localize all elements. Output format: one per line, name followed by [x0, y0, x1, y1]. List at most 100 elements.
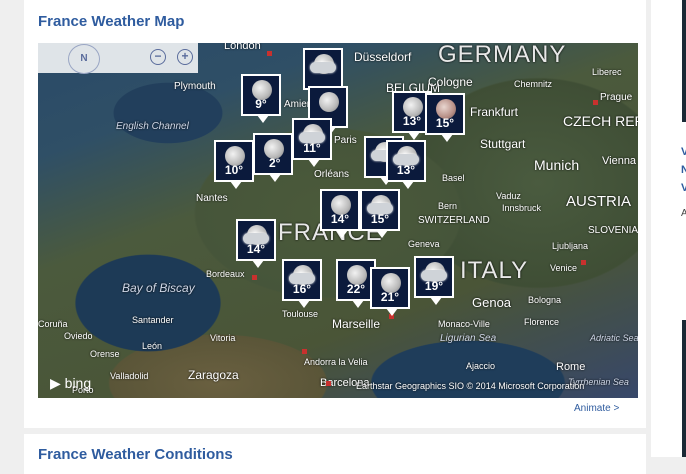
city-label: Orense: [90, 349, 120, 359]
city-label: London: [224, 43, 261, 52]
weather-marker[interactable]: 2°: [253, 133, 293, 182]
city-label: Düsseldorf: [354, 50, 412, 64]
city-label: Florence: [524, 317, 560, 327]
temperature-label: 15°: [370, 212, 390, 226]
weather-marker[interactable]: 14°: [236, 219, 276, 268]
temperature-label: 22°: [346, 282, 366, 296]
city-label: Plymouth: [174, 81, 216, 92]
city-label: Geneva: [408, 239, 440, 249]
weather-marker[interactable]: 14°: [320, 189, 360, 238]
city-label: Monaco-Ville: [438, 319, 490, 329]
city-label: Venice: [550, 263, 578, 273]
weather-marker[interactable]: 21°: [370, 267, 410, 316]
animate-link[interactable]: Animate >: [574, 403, 619, 414]
city-label: Ajaccio: [466, 361, 496, 371]
city-label: Cologne: [428, 75, 473, 89]
city-label: Chemnitz: [514, 79, 553, 89]
city-label: Innsbruck: [502, 203, 542, 213]
city-dot: [252, 275, 257, 280]
city-label: Stuttgart: [480, 137, 526, 151]
weather-marker[interactable]: 15°: [360, 189, 400, 238]
weather-map-card: France Weather Map N − + GERMANY BELGIUM…: [24, 0, 646, 428]
sidebar-link[interactable]: V: [681, 146, 686, 158]
city-label: Liberec: [592, 67, 622, 77]
city-label: Vitoria: [210, 333, 236, 343]
sea-label: English Channel: [116, 121, 189, 132]
weather-marker[interactable]: 19°: [414, 256, 454, 305]
weather-conditions-card: France Weather Conditions: [24, 434, 646, 474]
country-label: SLOVENIA: [588, 225, 638, 236]
sidebar-image[interactable]: [682, 0, 686, 122]
city-label: Valladolid: [110, 371, 149, 381]
map-attribution: Earthstar Geographics SIO © 2014 Microso…: [356, 381, 585, 391]
country-label: ITALY: [460, 257, 529, 284]
city-label: Oviedo: [64, 331, 93, 341]
city-label: León: [142, 341, 163, 351]
sidebar-image[interactable]: [682, 320, 686, 457]
compass-icon[interactable]: N: [68, 44, 100, 74]
temperature-label: 19°: [424, 279, 444, 293]
city-dot: [302, 349, 307, 354]
weather-marker[interactable]: [303, 48, 343, 97]
sidebar-text: A: [681, 208, 686, 219]
city-label: Paris: [334, 135, 357, 146]
temperature-label: 11°: [303, 141, 321, 155]
temperature-label: 15°: [435, 116, 455, 130]
city-dot: [326, 381, 331, 386]
city-label: Zaragoza: [188, 368, 239, 382]
city-label: Orléans: [314, 169, 350, 180]
sea-label: Bay of Biscay: [122, 281, 195, 295]
country-label: SWITZERLAND: [418, 215, 490, 226]
sea-label: Ligurian Sea: [440, 333, 497, 344]
sidebar: [651, 0, 686, 457]
city-label: Rome: [556, 361, 586, 373]
country-label: AUSTRIA: [566, 193, 632, 210]
weather-marker[interactable]: 11°: [292, 118, 332, 167]
city-label: Coruña: [38, 319, 68, 329]
city-label: Toulouse: [282, 309, 319, 319]
temperature-label: 9°: [255, 97, 267, 111]
city-label: Frankfurt: [470, 105, 519, 119]
temperature-label: 21°: [380, 290, 400, 304]
city-label: Bordeaux: [206, 269, 245, 279]
weather-marker[interactable]: 10°: [214, 140, 254, 189]
bing-logo: ▶ bing: [50, 375, 92, 391]
city-label: Andorra la Velia: [304, 357, 368, 367]
city-dot: [267, 51, 272, 56]
temperature-label: 13°: [396, 163, 416, 177]
city-label: Bologna: [528, 295, 562, 305]
map-controls: N − +: [38, 43, 198, 74]
temperature-label: 16°: [292, 282, 312, 296]
city-label: Vaduz: [496, 191, 521, 201]
city-label: Vienna: [602, 155, 637, 167]
weather-map[interactable]: N − + GERMANY BELGIUM FRANCE SWITZERLAND…: [38, 43, 638, 398]
temperature-label: 14°: [330, 212, 350, 226]
temperature-label: 14°: [246, 242, 266, 256]
temperature-label: 10°: [224, 163, 244, 177]
section-title: France Weather Map: [38, 13, 185, 30]
weather-marker[interactable]: 15°: [425, 93, 465, 142]
city-label: Marseille: [332, 317, 381, 331]
country-label: GERMANY: [438, 43, 567, 68]
weather-marker[interactable]: 9°: [241, 74, 281, 123]
city-label: Munich: [534, 157, 580, 173]
city-dot: [581, 260, 586, 265]
moon-icon: [319, 92, 339, 112]
temperature-label: 2°: [269, 156, 281, 170]
country-label: CZECH REP.: [563, 113, 638, 129]
zoom-in-icon[interactable]: +: [177, 49, 193, 65]
city-label: Basel: [442, 173, 465, 183]
zoom-out-icon[interactable]: −: [150, 49, 166, 65]
sidebar-link[interactable]: V: [681, 182, 686, 194]
sidebar-link[interactable]: N: [681, 164, 686, 176]
bing-brand: bing: [64, 375, 92, 391]
city-dot: [593, 100, 598, 105]
city-label: Santander: [132, 315, 174, 325]
sea-label: Adriatic Sea: [590, 333, 638, 343]
weather-marker[interactable]: 13°: [386, 140, 426, 189]
city-label: Bern: [438, 201, 458, 211]
section-title: France Weather Conditions: [38, 446, 233, 463]
weather-marker[interactable]: 16°: [282, 259, 322, 308]
city-label: Ljubljana: [552, 241, 589, 251]
city-label: Nantes: [196, 193, 228, 204]
